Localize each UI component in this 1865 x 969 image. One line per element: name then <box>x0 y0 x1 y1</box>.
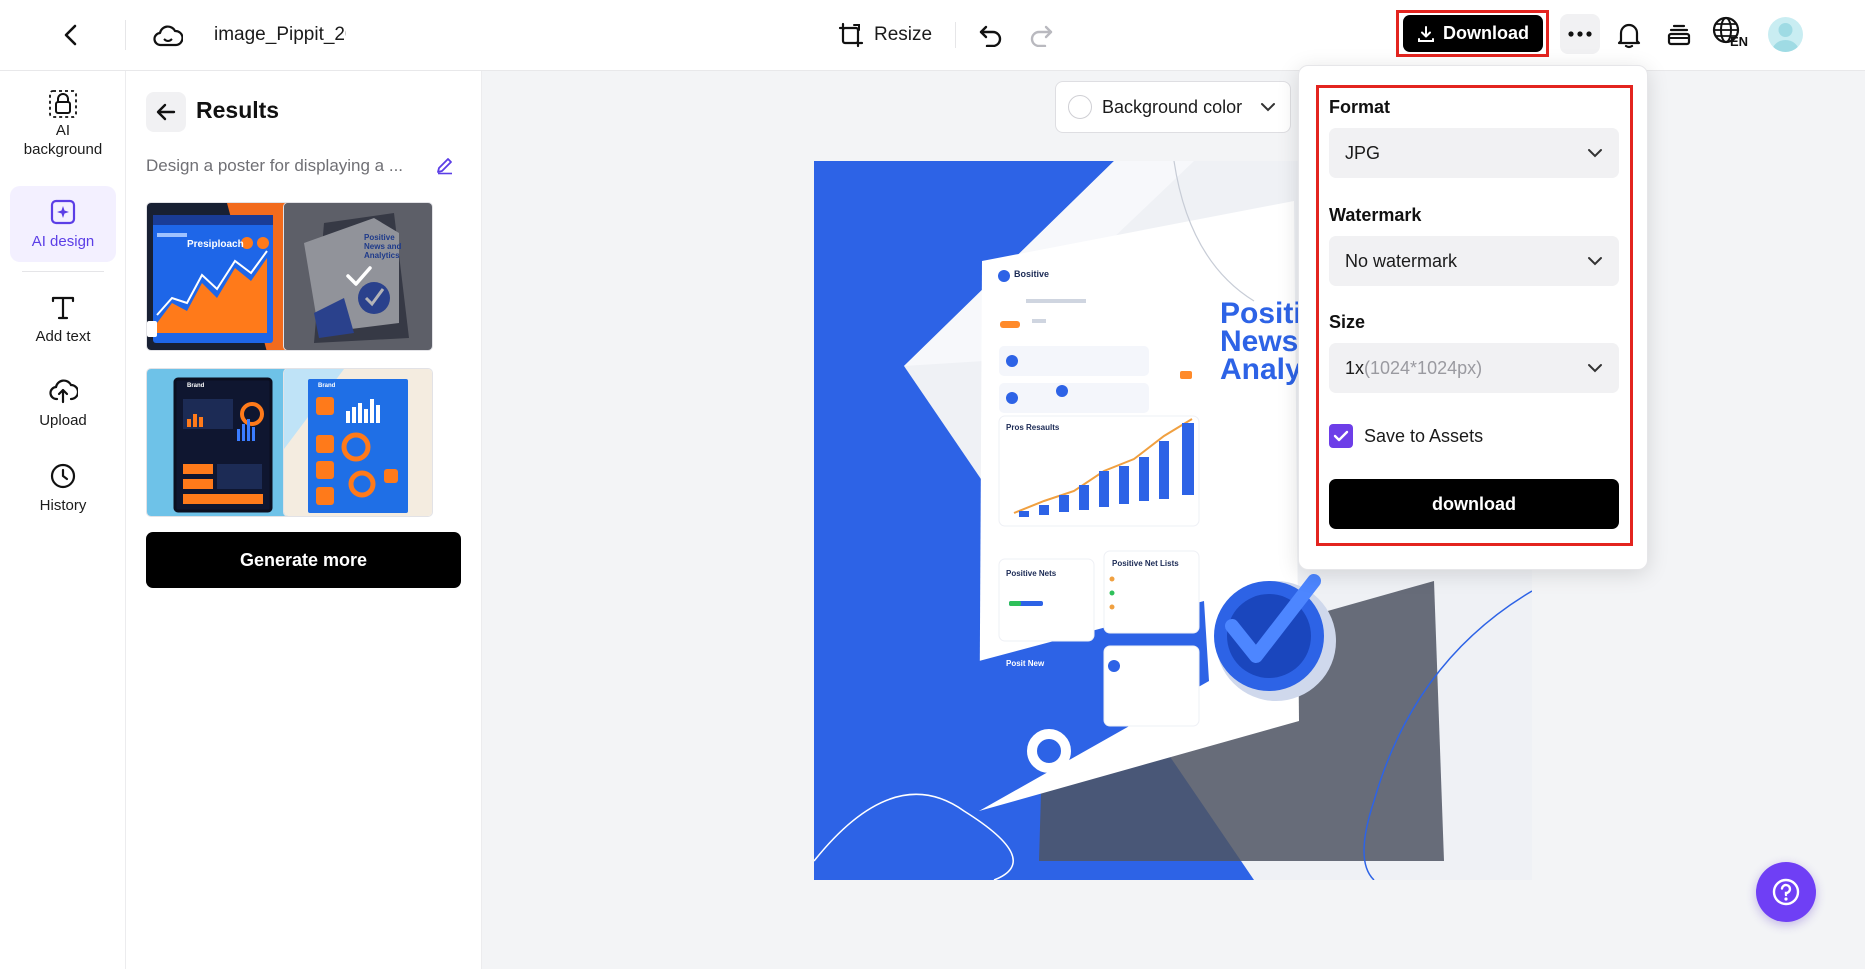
thumbnail-image <box>147 369 295 516</box>
size-select[interactable]: 1x(1024*1024px) <box>1329 343 1619 393</box>
chevron-down-icon <box>1261 103 1276 112</box>
back-button[interactable] <box>56 20 86 50</box>
history-icon <box>50 463 76 489</box>
ai-background-icon <box>49 90 77 118</box>
save-to-assets-checkbox[interactable]: Save to Assets <box>1329 424 1483 448</box>
results-panel: Results Design a poster for displaying a… <box>126 71 482 969</box>
confirm-download-button[interactable]: download <box>1329 479 1619 529</box>
watermark-select[interactable]: No watermark <box>1329 236 1619 286</box>
thumbnail-caption: Brand <box>187 383 205 389</box>
chevron-down-icon <box>1588 149 1602 158</box>
arrow-left-icon <box>156 103 176 121</box>
rail-label: AI design <box>31 233 95 250</box>
watermark-value: No watermark <box>1345 250 1458 271</box>
cloud-save-button[interactable] <box>152 20 184 52</box>
text-icon <box>51 296 75 320</box>
color-swatch <box>1068 95 1092 119</box>
resize-label: Resize <box>874 24 933 45</box>
divider <box>955 22 956 48</box>
thumbnail-caption: Brand <box>318 383 336 389</box>
results-back-button[interactable] <box>146 92 186 132</box>
poster-headline-3: Analy <box>1220 353 1302 386</box>
generate-more-button[interactable]: Generate more <box>146 532 461 588</box>
checkbox-box[interactable] <box>1329 424 1353 448</box>
rail-ai-design[interactable]: AI design <box>10 186 116 262</box>
prompt-text[interactable]: Design a poster for displaying a ... <box>146 156 426 176</box>
rail-label: Add text <box>35 328 91 345</box>
poster-card-2: Positive Net Lists <box>1112 559 1179 568</box>
size-label: Size <box>1329 312 1366 332</box>
rail-divider <box>22 271 104 272</box>
resize-icon <box>838 22 864 48</box>
avatar[interactable] <box>1768 17 1803 52</box>
check-icon <box>1333 430 1349 442</box>
undo-button[interactable] <box>976 20 1006 50</box>
background-color-button[interactable]: Background color <box>1055 81 1291 133</box>
poster-footer: Posit New <box>1006 659 1045 668</box>
thumbnail-caption: Positive News and Analytics <box>364 233 402 260</box>
question-icon <box>1772 878 1800 906</box>
thumbnail-image <box>147 203 295 350</box>
more-horizontal-icon <box>1568 31 1592 37</box>
poster-chart-title: Pros Resaults <box>1006 423 1060 432</box>
result-thumbnail-3[interactable]: Brand <box>146 368 296 517</box>
format-select[interactable]: JPG <box>1329 128 1619 178</box>
resize-button[interactable]: Resize <box>838 18 932 52</box>
download-panel: Format JPG Watermark No watermark Size 1… <box>1298 65 1648 570</box>
language-button[interactable]: EN <box>1712 16 1754 54</box>
edit-prompt-button[interactable] <box>435 155 457 177</box>
format-value: JPG <box>1345 142 1381 163</box>
chevron-down-icon <box>1588 257 1602 266</box>
notifications-button[interactable] <box>1613 18 1645 52</box>
download-button-label: Download <box>1443 23 1529 43</box>
size-value-wrap: 1x(1024*1024px) <box>1345 358 1482 379</box>
results-title: Results <box>196 97 280 123</box>
canvas-area: Background color Bositive Positi News An… <box>482 71 1865 969</box>
upload-icon <box>49 379 78 404</box>
rail-upload[interactable]: Upload <box>10 377 116 437</box>
redo-icon <box>1030 25 1053 47</box>
result-thumbnail-2[interactable]: Positive News and Analytics <box>283 202 433 351</box>
result-thumbnail-1[interactable]: Presiploach <box>146 202 296 351</box>
divider <box>125 20 126 50</box>
redo-button[interactable] <box>1026 20 1056 50</box>
thumbnail-caption: Presiploach <box>187 239 244 250</box>
rail-label: History <box>39 497 87 514</box>
watermark-label: Watermark <box>1329 205 1422 225</box>
poster-brand: Bositive <box>1014 269 1050 279</box>
download-icon <box>1418 25 1434 42</box>
poster-card-1: Positive Nets <box>1006 569 1057 578</box>
language-code: EN <box>1730 34 1749 49</box>
more-options-button[interactable] <box>1560 14 1600 54</box>
size-note: (1024*1024px) <box>1364 357 1483 378</box>
background-color-label: Background color <box>1102 96 1243 117</box>
download-button[interactable]: Download <box>1403 15 1543 52</box>
tool-rail: AI background AI design Add text Upload … <box>0 71 126 969</box>
result-thumbnail-4[interactable]: Brand <box>283 368 433 517</box>
help-button[interactable] <box>1756 862 1816 922</box>
checkmark-icon <box>346 266 372 286</box>
chevron-down-icon <box>1588 364 1602 373</box>
cloud-icon <box>153 25 183 47</box>
layers-icon <box>1667 24 1691 46</box>
top-bar: image_Pippit_20 Resize Download EN <box>0 0 1865 71</box>
rail-history[interactable]: History <box>10 462 116 522</box>
rail-label: AI background <box>23 122 103 158</box>
bell-icon <box>1617 23 1641 49</box>
rail-ai-background[interactable]: AI background <box>10 89 116 169</box>
pencil-icon <box>437 158 452 175</box>
thumbnail-image <box>284 369 432 516</box>
rail-add-text[interactable]: Add text <box>10 293 116 353</box>
file-name[interactable]: image_Pippit_20 <box>214 22 346 48</box>
size-value: 1x <box>1345 357 1365 378</box>
ai-design-icon <box>50 199 76 225</box>
rail-label: Upload <box>39 412 87 429</box>
chevron-left-icon <box>64 24 77 46</box>
format-label: Format <box>1329 97 1391 117</box>
user-avatar-icon <box>1772 23 1799 52</box>
save-to-assets-label: Save to Assets <box>1364 425 1484 446</box>
undo-icon <box>979 25 1002 47</box>
layers-button[interactable] <box>1663 18 1695 52</box>
